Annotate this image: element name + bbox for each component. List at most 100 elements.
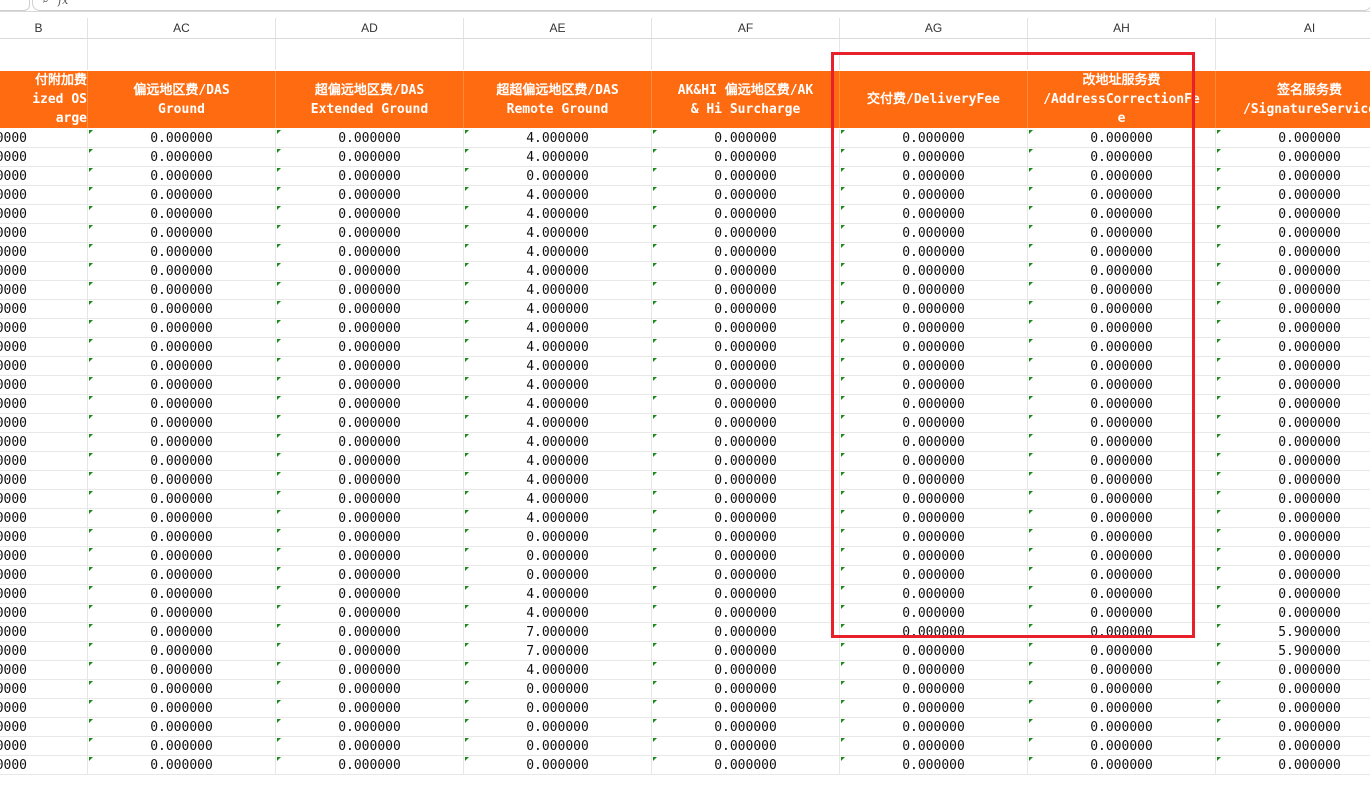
cell[interactable]: 0.000000 (840, 205, 1028, 224)
cell[interactable]: 0000 (0, 471, 88, 490)
cell[interactable]: 0.000000 (276, 718, 464, 737)
cell[interactable]: 0.000000 (1028, 224, 1216, 243)
cell[interactable]: 5.900000 (1216, 642, 1370, 661)
cell[interactable]: 0.000000 (652, 338, 840, 357)
cell[interactable]: 0.000000 (652, 471, 840, 490)
cell[interactable]: 0000 (0, 281, 88, 300)
cell[interactable]: 0.000000 (652, 699, 840, 718)
cell[interactable]: 4.000000 (464, 585, 652, 604)
cell[interactable]: 0.000000 (88, 566, 276, 585)
cell[interactable] (1028, 39, 1216, 70)
cell[interactable]: 0.000000 (88, 167, 276, 186)
cell[interactable]: 4.000000 (464, 319, 652, 338)
cell[interactable] (88, 39, 276, 70)
column-letter[interactable]: B (0, 18, 88, 38)
cell[interactable]: 0.000000 (652, 224, 840, 243)
cell[interactable]: 0.000000 (464, 756, 652, 775)
cell[interactable]: 0.000000 (652, 319, 840, 338)
cell[interactable]: 0000 (0, 319, 88, 338)
cell[interactable]: 0.000000 (276, 528, 464, 547)
cell[interactable]: 0000 (0, 661, 88, 680)
cell[interactable]: 0.000000 (1216, 756, 1370, 775)
cell[interactable]: 0.000000 (1216, 148, 1370, 167)
cell[interactable]: 4.000000 (464, 186, 652, 205)
cell[interactable]: 0000 (0, 129, 88, 148)
cell[interactable]: 0.000000 (276, 167, 464, 186)
cell[interactable]: 0.000000 (840, 395, 1028, 414)
cell[interactable]: 0.000000 (464, 547, 652, 566)
cell[interactable]: 0.000000 (1216, 528, 1370, 547)
cell[interactable]: 0.000000 (1216, 490, 1370, 509)
cell[interactable]: 0.000000 (1216, 547, 1370, 566)
cell[interactable]: 0.000000 (88, 490, 276, 509)
cell[interactable]: 0.000000 (1216, 129, 1370, 148)
cell[interactable]: 0.000000 (1216, 338, 1370, 357)
cell[interactable]: 0.000000 (464, 528, 652, 547)
cell[interactable]: 0.000000 (276, 281, 464, 300)
cell[interactable]: 4.000000 (464, 452, 652, 471)
cell[interactable]: 7.000000 (464, 623, 652, 642)
cell[interactable]: 0000 (0, 490, 88, 509)
cell[interactable]: 0.000000 (1216, 376, 1370, 395)
cell[interactable]: 0.000000 (276, 737, 464, 756)
cell[interactable]: 0.000000 (88, 547, 276, 566)
cell[interactable]: 0.000000 (840, 281, 1028, 300)
cell[interactable]: 0000 (0, 737, 88, 756)
cell[interactable]: 0.000000 (1028, 357, 1216, 376)
cell[interactable]: 0.000000 (1028, 452, 1216, 471)
cell[interactable]: 0.000000 (1028, 756, 1216, 775)
column-letter[interactable]: AG (840, 18, 1028, 38)
cell[interactable]: 0000 (0, 205, 88, 224)
cell[interactable]: 0.000000 (1028, 376, 1216, 395)
cell[interactable]: 0.000000 (652, 452, 840, 471)
cell[interactable]: 0.000000 (276, 338, 464, 357)
cell[interactable]: 4.000000 (464, 262, 652, 281)
cell[interactable]: 0000 (0, 718, 88, 737)
cell[interactable] (0, 39, 88, 70)
cell[interactable]: 0.000000 (840, 414, 1028, 433)
cell[interactable]: 0.000000 (1028, 509, 1216, 528)
cell[interactable]: 0.000000 (88, 471, 276, 490)
cell[interactable]: 0.000000 (276, 452, 464, 471)
cell[interactable]: 0.000000 (1028, 642, 1216, 661)
cell[interactable]: 4.000000 (464, 357, 652, 376)
cell[interactable]: 0.000000 (652, 509, 840, 528)
cell[interactable]: 0000 (0, 243, 88, 262)
cell[interactable]: 0.000000 (840, 243, 1028, 262)
cell[interactable]: 4.000000 (464, 281, 652, 300)
cell[interactable]: 0000 (0, 376, 88, 395)
cell[interactable]: 0.000000 (840, 433, 1028, 452)
cell[interactable]: 0.000000 (840, 661, 1028, 680)
cell[interactable]: 0.000000 (840, 224, 1028, 243)
cell[interactable] (652, 39, 840, 70)
cell[interactable]: 0.000000 (88, 509, 276, 528)
header-cell[interactable]: 偏远地区费/DAS Ground (88, 71, 276, 128)
cell[interactable]: 0.000000 (88, 148, 276, 167)
cell[interactable]: 0.000000 (840, 604, 1028, 623)
search-icon[interactable]: ⌕ (42, 0, 49, 7)
cell[interactable]: 0.000000 (88, 528, 276, 547)
cell[interactable]: 0.000000 (840, 338, 1028, 357)
cell[interactable]: 0.000000 (88, 376, 276, 395)
name-box[interactable] (0, 0, 30, 11)
cell[interactable]: 0.000000 (88, 585, 276, 604)
cell[interactable]: 0.000000 (1216, 281, 1370, 300)
cell[interactable]: 4.000000 (464, 471, 652, 490)
cell[interactable]: 0.000000 (652, 148, 840, 167)
cell[interactable]: 4.000000 (464, 243, 652, 262)
cell[interactable]: 0.000000 (1216, 585, 1370, 604)
cell[interactable]: 0000 (0, 585, 88, 604)
cell[interactable]: 5.900000 (1216, 623, 1370, 642)
cell[interactable]: 0.000000 (464, 699, 652, 718)
cell[interactable]: 0.000000 (1028, 167, 1216, 186)
cell[interactable]: 0.000000 (840, 528, 1028, 547)
cell[interactable]: 4.000000 (464, 414, 652, 433)
cell[interactable]: 0000 (0, 566, 88, 585)
cell[interactable]: 0000 (0, 528, 88, 547)
cell[interactable]: 0.000000 (1216, 566, 1370, 585)
cell[interactable]: 0.000000 (1216, 699, 1370, 718)
cell[interactable]: 0.000000 (1028, 604, 1216, 623)
cell[interactable] (840, 39, 1028, 70)
cell[interactable]: 0.000000 (276, 547, 464, 566)
cell[interactable]: 0000 (0, 623, 88, 642)
